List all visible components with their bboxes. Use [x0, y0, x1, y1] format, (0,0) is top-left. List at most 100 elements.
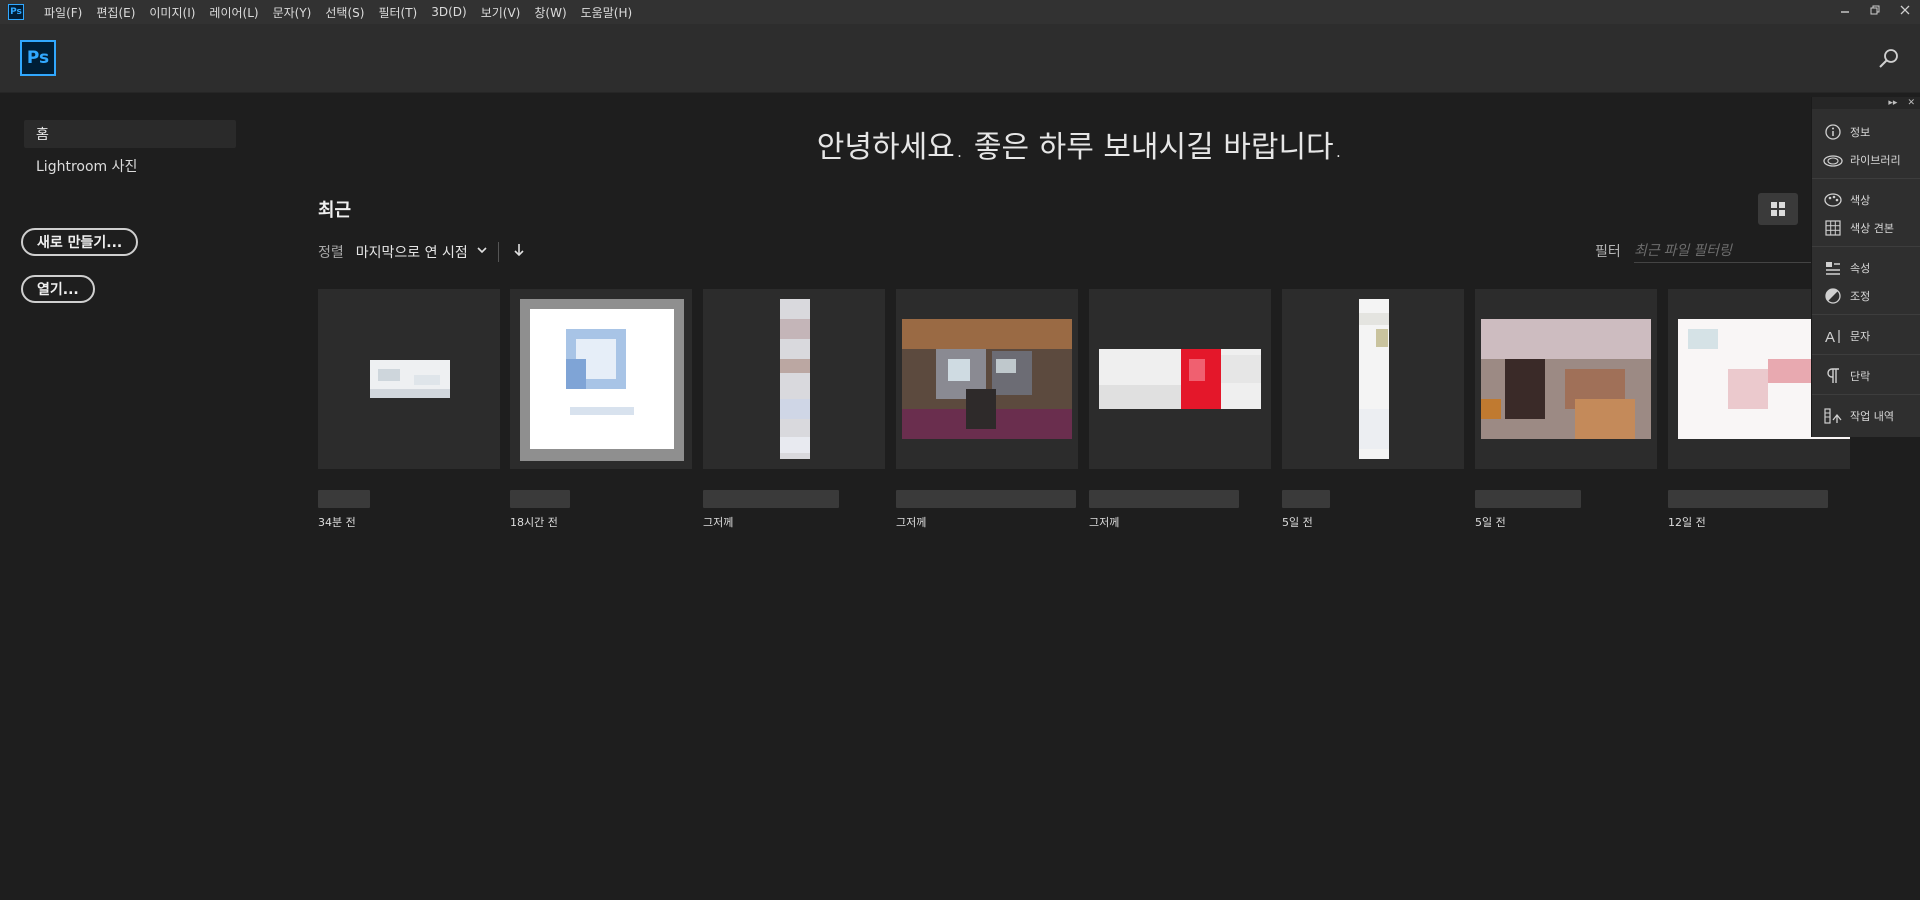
- menu-view[interactable]: 보기(V): [481, 4, 521, 21]
- recent-file-meta: 18시간 전: [510, 490, 700, 530]
- panel-adjustments[interactable]: 조정: [1812, 283, 1920, 309]
- recent-file-meta: 34분 전: [318, 490, 508, 530]
- properties-icon: [1822, 260, 1844, 276]
- file-thumbnail: [370, 360, 450, 398]
- divider: [1812, 394, 1920, 395]
- greeting-heading: 안녕하세요. 좋은 하루 보내시길 바랍니다.: [816, 130, 1344, 165]
- file-thumbnail: [902, 319, 1072, 439]
- swatches-grid-icon: [1822, 220, 1844, 236]
- recent-file-card[interactable]: [703, 289, 885, 469]
- menu-type[interactable]: 문자(Y): [273, 4, 312, 21]
- recent-file-meta: 그저께: [896, 490, 1086, 530]
- file-opened-time: 5일 전: [1475, 516, 1506, 529]
- panel-swatches[interactable]: 색상 견본: [1812, 215, 1920, 241]
- menu-3d[interactable]: 3D(D): [431, 5, 466, 19]
- recent-title: 최근: [318, 200, 352, 221]
- file-opened-time: 그저께: [1089, 516, 1120, 529]
- panel-paragraph-label: 단락: [1850, 370, 1871, 383]
- recent-file-card[interactable]: [1475, 289, 1657, 469]
- file-name-redacted: [1089, 490, 1239, 508]
- sort-label: 정렬: [318, 245, 344, 261]
- collapsed-panel-dock: ▸▸ ✕ 정보 라이브러리 색상 색상 견본 속성 조정 A 문자 단락 작업 …: [1811, 97, 1920, 437]
- menu-select[interactable]: 선택(S): [325, 4, 364, 21]
- open-file-button[interactable]: 열기...: [21, 275, 95, 303]
- character-icon: A: [1822, 328, 1844, 344]
- menu-window[interactable]: 창(W): [534, 4, 566, 21]
- file-opened-time: 12일 전: [1668, 516, 1706, 529]
- close-icon[interactable]: [1890, 0, 1920, 20]
- file-thumbnail: [1481, 319, 1651, 439]
- recent-file-card[interactable]: [1282, 289, 1464, 469]
- chevron-down-icon[interactable]: [476, 244, 488, 260]
- filter-label: 필터: [1595, 244, 1621, 260]
- libraries-icon: [1822, 153, 1844, 167]
- recent-file-meta: 12일 전: [1668, 490, 1858, 530]
- panel-swatches-label: 색상 견본: [1850, 222, 1894, 235]
- panel-history-label: 작업 내역: [1850, 410, 1894, 423]
- file-name-redacted: [896, 490, 1076, 508]
- panel-properties[interactable]: 속성: [1812, 255, 1920, 281]
- file-name-redacted: [1668, 490, 1828, 508]
- sort-direction-arrow-icon[interactable]: [513, 243, 525, 261]
- divider: [497, 242, 499, 262]
- app-header: Ps: [0, 24, 1920, 93]
- panel-paragraph[interactable]: 단락: [1812, 363, 1920, 389]
- new-file-button[interactable]: 새로 만들기...: [21, 228, 139, 256]
- panel-history[interactable]: 작업 내역: [1812, 403, 1920, 429]
- recent-file-card[interactable]: [896, 289, 1078, 469]
- expand-panels-icon[interactable]: ▸▸: [1888, 98, 1897, 108]
- recent-file-meta: 그저께: [1089, 490, 1279, 530]
- panel-color[interactable]: 색상: [1812, 187, 1920, 213]
- menu-filter[interactable]: 필터(T): [378, 4, 417, 21]
- panel-info-label: 정보: [1850, 126, 1871, 139]
- file-name-redacted: [1475, 490, 1581, 508]
- file-name-redacted: [703, 490, 839, 508]
- photoshop-logo[interactable]: Ps: [20, 40, 56, 76]
- divider: [1812, 178, 1920, 179]
- file-thumbnail: [1359, 299, 1389, 459]
- file-name-redacted: [1282, 490, 1330, 508]
- menu-edit[interactable]: 편집(E): [96, 4, 135, 21]
- panel-character[interactable]: A 문자: [1812, 323, 1920, 349]
- adjustments-icon: [1822, 288, 1844, 304]
- file-opened-time: 그저께: [896, 516, 927, 529]
- sort-dropdown[interactable]: 마지막으로 연 시점: [356, 242, 468, 262]
- close-panel-icon[interactable]: ✕: [1907, 98, 1915, 108]
- menu-layer[interactable]: 레이어(L): [209, 4, 258, 21]
- info-icon: [1822, 124, 1844, 140]
- history-icon: [1822, 408, 1844, 424]
- recent-file-card[interactable]: [510, 289, 692, 469]
- photoshop-app-icon: Ps: [8, 4, 24, 20]
- menu-file[interactable]: 파일(F): [44, 4, 82, 21]
- minimize-icon[interactable]: [1830, 0, 1860, 20]
- file-opened-time: 5일 전: [1282, 516, 1313, 529]
- paragraph-icon: [1822, 368, 1844, 384]
- file-thumbnail: [520, 299, 684, 461]
- color-palette-icon: [1822, 192, 1844, 208]
- panel-libraries-label: 라이브러리: [1850, 154, 1901, 167]
- file-thumbnail: [1099, 349, 1261, 409]
- divider: [1812, 314, 1920, 315]
- recent-file-card[interactable]: [1089, 289, 1271, 469]
- recent-file-card[interactable]: [318, 289, 500, 469]
- menu-help[interactable]: 도움말(H): [581, 4, 633, 21]
- file-opened-time: 그저께: [703, 516, 734, 529]
- menu-image[interactable]: 이미지(I): [149, 4, 195, 21]
- panel-character-label: 문자: [1850, 330, 1871, 343]
- file-name-redacted: [318, 490, 370, 508]
- restore-icon[interactable]: [1860, 0, 1890, 20]
- window-controls: [1830, 0, 1920, 20]
- panel-properties-label: 속성: [1850, 262, 1871, 275]
- sort-row: 정렬 마지막으로 연 시점: [318, 240, 525, 264]
- recent-file-meta: 5일 전: [1475, 490, 1665, 530]
- recent-filter-input[interactable]: [1634, 238, 1814, 263]
- search-icon[interactable]: [1878, 48, 1900, 70]
- panel-info[interactable]: 정보: [1812, 119, 1920, 145]
- file-opened-time: 34분 전: [318, 516, 356, 529]
- file-opened-time: 18시간 전: [510, 516, 558, 529]
- panel-dock-header: ▸▸ ✕: [1812, 97, 1920, 109]
- menu-bar: Ps 파일(F) 편집(E) 이미지(I) 레이어(L) 문자(Y) 선택(S)…: [0, 0, 1920, 24]
- grid-view-icon[interactable]: [1758, 193, 1798, 225]
- divider: [1812, 246, 1920, 247]
- panel-libraries[interactable]: 라이브러리: [1812, 147, 1920, 173]
